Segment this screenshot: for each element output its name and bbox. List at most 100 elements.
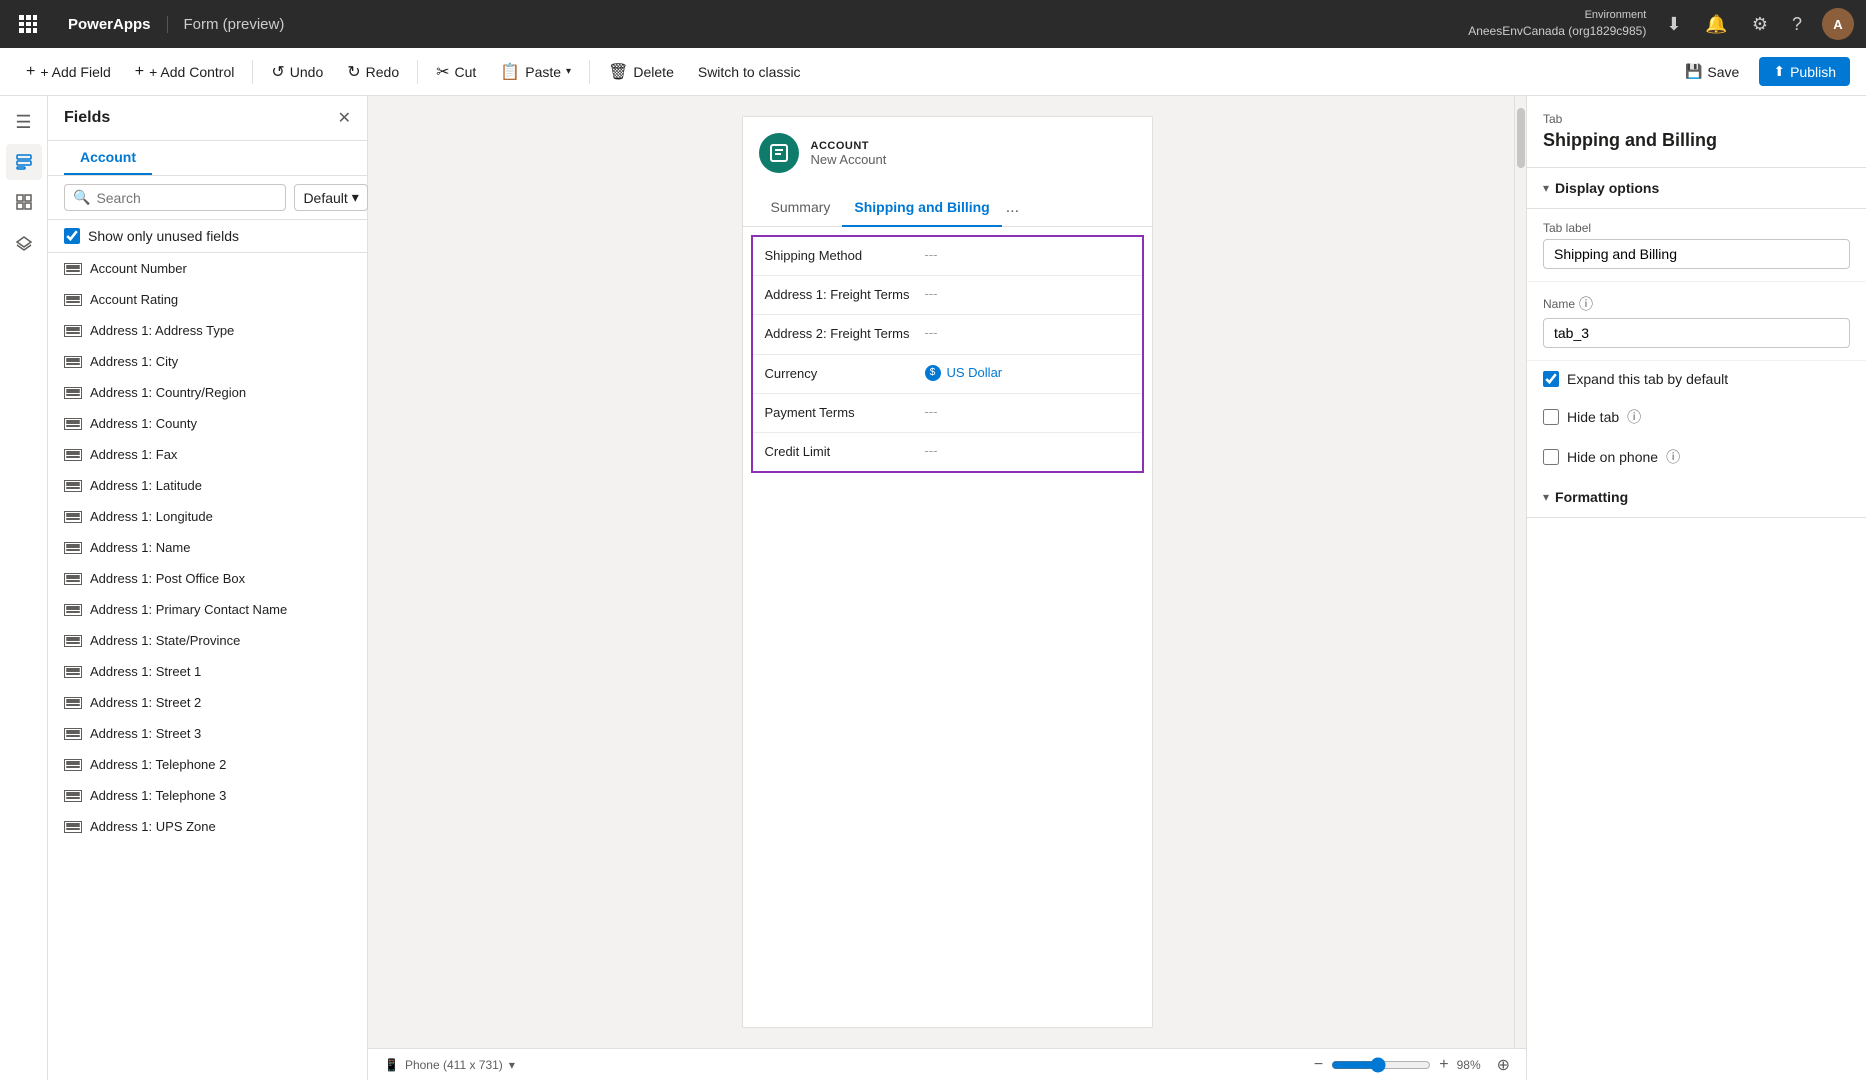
waffle-menu-icon[interactable] <box>12 8 44 40</box>
field-list-item[interactable]: Address 1: State/Province <box>48 625 367 656</box>
settings-icon[interactable]: ⚙ <box>1748 10 1772 39</box>
toolbar-separator-3 <box>589 60 590 84</box>
field-list-item[interactable]: Address 1: Longitude <box>48 501 367 532</box>
cut-button[interactable]: ✂ Cut <box>426 56 486 88</box>
field-list-item[interactable]: Address 1: Telephone 2 <box>48 749 367 780</box>
hide-tab-group: Hide tab ⓘ <box>1527 397 1866 437</box>
field-list-item[interactable]: Address 1: Telephone 3 <box>48 780 367 811</box>
field-list-item[interactable]: Address 1: Name <box>48 532 367 563</box>
field-item-label: Address 1: Primary Contact Name <box>90 602 287 617</box>
field-list-item[interactable]: Address 1: UPS Zone <box>48 811 367 842</box>
add-control-button[interactable]: + + Add Control <box>125 57 245 87</box>
field-item-label: Address 1: Street 3 <box>90 726 201 741</box>
field-item-label: Address 1: Telephone 2 <box>90 757 226 772</box>
more-tabs-button[interactable]: ... <box>1006 199 1019 217</box>
field-item-label: Address 1: Fax <box>90 447 177 462</box>
field-type-icon <box>64 263 82 275</box>
device-info[interactable]: 📱 Phone (411 x 731) ▾ <box>384 1058 515 1072</box>
dropdown-label: Default <box>303 190 347 206</box>
save-button[interactable]: 💾 Save <box>1673 57 1751 86</box>
hide-on-phone-checkbox[interactable] <box>1543 449 1559 465</box>
field-list-item[interactable]: Address 1: Country/Region <box>48 377 367 408</box>
page-title: Form (preview) <box>184 16 285 33</box>
zoom-slider[interactable] <box>1331 1057 1431 1073</box>
field-list-item[interactable]: Address 1: City <box>48 346 367 377</box>
toolbar-separator-2 <box>417 60 418 84</box>
switch-classic-button[interactable]: Switch to classic <box>688 58 811 86</box>
form-field-row: Currency $ US Dollar <box>753 355 1142 394</box>
publish-button[interactable]: ⬆ Publish <box>1759 57 1850 86</box>
user-avatar[interactable]: A <box>1822 8 1854 40</box>
device-chevron-icon: ▾ <box>509 1058 515 1072</box>
hide-tab-checkbox[interactable] <box>1543 409 1559 425</box>
delete-button[interactable]: 🗑 Delete <box>598 56 684 88</box>
main-toolbar: + + Add Field + + Add Control ↺ Undo ↻ R… <box>0 48 1866 96</box>
tab-summary[interactable]: Summary <box>759 189 843 227</box>
field-list-item[interactable]: Address 1: Post Office Box <box>48 563 367 594</box>
rp-breadcrumb: Tab <box>1543 112 1850 126</box>
field-list-item[interactable]: Address 1: County <box>48 408 367 439</box>
sidebar-icon-layers[interactable] <box>6 224 42 260</box>
form-tabs: Summary Shipping and Billing ... <box>743 189 1152 227</box>
expand-tab-checkbox[interactable] <box>1543 371 1559 387</box>
zoom-in-button[interactable]: + <box>1439 1056 1448 1074</box>
field-list-item[interactable]: Address 1: Primary Contact Name <box>48 594 367 625</box>
field-type-icon <box>64 325 82 337</box>
download-icon[interactable]: ⬇ <box>1662 10 1685 39</box>
field-item-label: Address 1: Telephone 3 <box>90 788 226 803</box>
view-dropdown[interactable]: Default ▾ <box>294 184 367 211</box>
zoom-out-button[interactable]: − <box>1314 1056 1323 1074</box>
close-panel-button[interactable]: ✕ <box>338 108 351 128</box>
add-field-button[interactable]: + + Add Field <box>16 57 121 87</box>
show-unused-checkbox[interactable] <box>64 228 80 244</box>
field-list-item[interactable]: Address 1: Street 1 <box>48 656 367 687</box>
tab-shipping-billing[interactable]: Shipping and Billing <box>842 189 1001 227</box>
redo-button[interactable]: ↻ Redo <box>337 56 409 88</box>
notification-icon[interactable]: 🔔 <box>1701 10 1731 39</box>
form-field-label: Currency <box>765 365 925 383</box>
field-type-icon <box>64 356 82 368</box>
sidebar-icon-components[interactable] <box>6 184 42 220</box>
form-body: Shipping Method --- Address 1: Freight T… <box>751 235 1144 473</box>
currency-icon: $ <box>925 365 941 381</box>
form-field-value: --- <box>925 404 938 419</box>
field-list-item[interactable]: Account Number <box>48 253 367 284</box>
display-options-header[interactable]: ▾ Display options <box>1527 168 1866 209</box>
fit-screen-button[interactable]: ⊕ <box>1497 1055 1510 1075</box>
form-entity-type: ACCOUNT <box>811 140 887 152</box>
sidebar-icon-fields[interactable] <box>6 144 42 180</box>
paste-dropdown-icon[interactable]: ▾ <box>566 66 571 77</box>
field-list-item[interactable]: Account Rating <box>48 284 367 315</box>
search-icon: 🔍 <box>73 189 90 206</box>
left-sidebar-icons: ☰ <box>0 96 48 1080</box>
field-list-item[interactable]: Address 1: Street 3 <box>48 718 367 749</box>
formatting-header[interactable]: ▾ Formatting <box>1527 477 1866 518</box>
name-input[interactable] <box>1543 318 1850 348</box>
form-field-value: --- <box>925 325 938 340</box>
field-list-item[interactable]: Address 1: Street 2 <box>48 687 367 718</box>
display-options-chevron-icon: ▾ <box>1543 181 1549 195</box>
field-type-icon <box>64 511 82 523</box>
tab-label-group: Tab label <box>1527 209 1866 282</box>
canvas-area: ACCOUNT New Account Summary Shipping and… <box>368 96 1526 1080</box>
search-input[interactable] <box>96 190 277 206</box>
field-type-icon <box>64 449 82 461</box>
field-type-icon <box>64 666 82 678</box>
panel-tab-account[interactable]: Account <box>64 141 152 175</box>
field-type-icon <box>64 697 82 709</box>
field-list-item[interactable]: Address 1: Address Type <box>48 315 367 346</box>
save-icon: 💾 <box>1685 63 1702 80</box>
help-icon[interactable]: ? <box>1788 10 1806 39</box>
field-list-item[interactable]: Address 1: Latitude <box>48 470 367 501</box>
paste-button[interactable]: 📋 Paste ▾ <box>490 56 581 88</box>
fields-list: Account Number Account Rating Address 1:… <box>48 253 367 1080</box>
search-box: 🔍 <box>64 184 286 211</box>
undo-button[interactable]: ↺ Undo <box>261 56 333 88</box>
tab-label-label: Tab label <box>1543 221 1850 235</box>
canvas-scrollbar[interactable] <box>1514 96 1526 1048</box>
sidebar-icon-menu[interactable]: ☰ <box>6 104 42 140</box>
redo-icon: ↻ <box>347 62 360 82</box>
tab-label-input[interactable] <box>1543 239 1850 269</box>
field-list-item[interactable]: Address 1: Fax <box>48 439 367 470</box>
formatting-label: Formatting <box>1555 489 1628 505</box>
